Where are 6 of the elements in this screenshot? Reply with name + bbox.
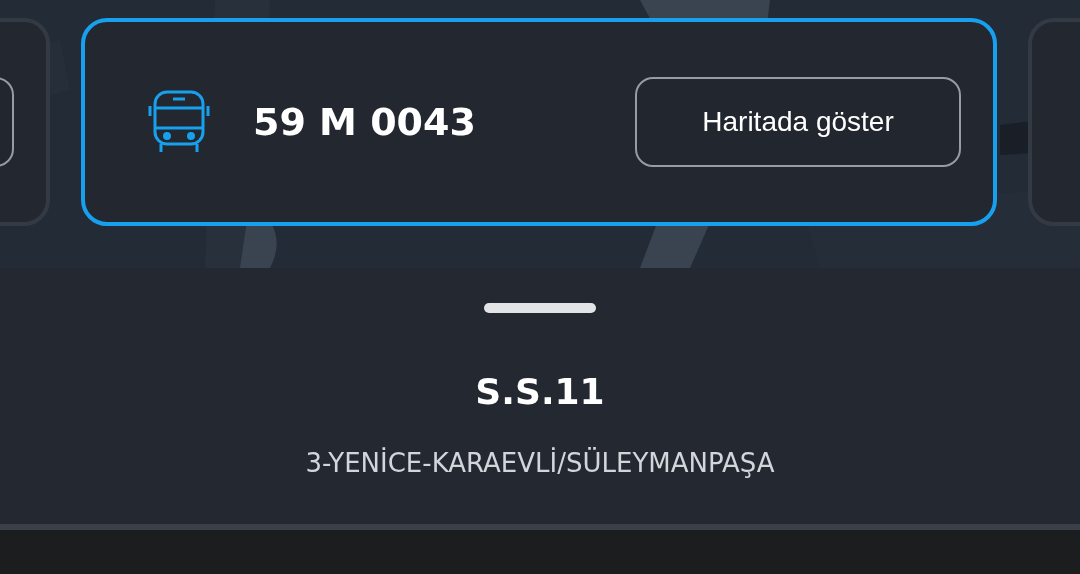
- route-subtitle: 3-YENİCE-KARAEVLİ/SÜLEYMANPAŞA: [305, 448, 775, 478]
- show-on-map-button[interactable]: Haritada göster: [635, 77, 961, 167]
- vehicle-card[interactable]: 59 M 0043 Haritada göster: [81, 18, 997, 226]
- drag-handle[interactable]: [484, 303, 596, 313]
- plate-number: 59 M 0043: [253, 100, 476, 144]
- route-title: S.S.11: [475, 371, 605, 412]
